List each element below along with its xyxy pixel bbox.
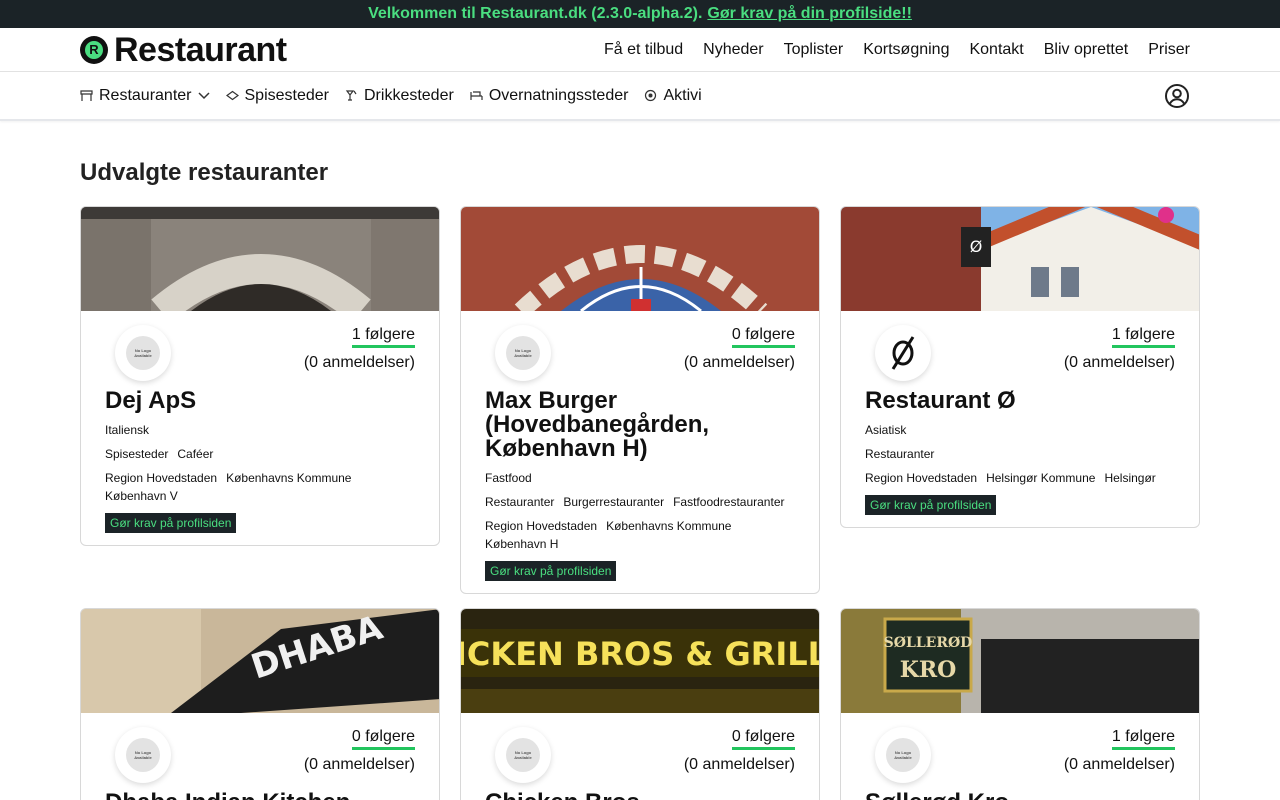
cat-restaurants[interactable]: Restauranter [80,87,210,105]
restaurant-card[interactable]: ICKEN BROS & GRILL No Logo Available 0 f… [460,608,820,800]
tag[interactable]: København V [105,489,178,503]
restaurant-photo: Ø [841,207,1199,311]
followers-link[interactable]: 0 følgere [731,325,795,348]
restaurant-logo: No Logo Available [875,727,931,783]
tag[interactable]: Fastfood [485,471,532,485]
user-account-icon[interactable] [1164,83,1190,109]
drink-icon [345,89,358,102]
tag[interactable]: Fastfoodrestauranter [673,495,784,509]
nav-news[interactable]: Nyheder [703,41,763,59]
chevron-down-icon [197,87,210,105]
top-bar: R Restaurant Få et tilbud Nyheder Toplis… [0,28,1280,72]
restaurant-name[interactable]: Chicken Bros [485,791,795,800]
tag[interactable]: Region Hovedstaden [865,471,977,485]
activity-icon [644,89,657,102]
tag[interactable]: Region Hovedstaden [485,519,597,533]
followers-link[interactable]: 0 følgere [731,727,795,750]
tag[interactable]: København H [485,537,558,551]
restaurant-logo [875,325,931,381]
restaurant-name[interactable]: Restaurant Ø [865,389,1175,413]
tag[interactable]: Restauranter [865,447,934,461]
tag[interactable]: Italiensk [105,423,149,437]
restaurant-card[interactable]: Ø 1 følgere (0 anmeldelser) Restaurant Ø… [840,206,1200,528]
tag[interactable]: Asiatisk [865,423,906,437]
nav-get-offer[interactable]: Få et tilbud [604,41,683,59]
welcome-banner: Velkommen til Restaurant.dk (2.3.0-alpha… [0,0,1280,28]
restaurant-logo: No Logo Available [495,325,551,381]
banner-text: Velkommen til Restaurant.dk (2.3.0-alpha… [368,5,703,22]
followers-link[interactable]: 1 følgere [1111,727,1175,750]
tag[interactable]: Burgerrestauranter [563,495,664,509]
restaurant-photo: ICKEN BROS & GRILL [461,609,819,713]
restaurant-name[interactable]: Max Burger (Hovedbanegården, København H… [485,389,795,461]
nav-map-search[interactable]: Kortsøgning [863,41,949,59]
nav-signup[interactable]: Bliv oprettet [1044,41,1128,59]
location-tags: Region Hovedstaden Københavns Kommune Købe… [485,519,795,551]
claim-profile-button[interactable]: Gør krav på profilsiden [105,513,237,533]
logo-text: Restaurant [114,30,287,69]
section-title: Udvalgte restauranter [80,159,329,186]
svg-text:SØLLERØD: SØLLERØD [884,635,973,651]
nav-prices[interactable]: Priser [1148,41,1190,59]
tag[interactable]: Spisesteder [105,447,168,461]
category-tags: Restauranter Burgerrestauranter Fastfoodre… [485,495,795,509]
claim-profile-link[interactable]: Gør krav på din profilside!! [707,5,911,23]
category-tags: Spisesteder Caféer [105,447,415,461]
cuisine-tags: Asiatisk [865,423,1175,437]
restaurant-photo: SØLLERØD KRO [841,609,1199,713]
restaurant-icon [80,89,93,102]
location-tags: Region Hovedstaden Helsingør Kommune Helsi… [865,471,1175,485]
cat-eateries[interactable]: Spisesteder [225,87,329,105]
cat-activities[interactable]: Aktivi [644,87,702,105]
food-icon [225,89,239,102]
top-nav: Få et tilbud Nyheder Toplister Kortsøgni… [604,41,1200,59]
tag[interactable]: Region Hovedstaden [105,471,217,485]
location-tags: Region Hovedstaden Københavns Kommune Købe… [105,471,415,503]
nav-contact[interactable]: Kontakt [969,41,1023,59]
restaurant-name[interactable]: Søllerød Kro [865,791,1175,800]
claim-profile-button[interactable]: Gør krav på profilsiden [485,561,617,581]
svg-text:KRO: KRO [900,657,957,683]
cat-accommodation[interactable]: Overnatningssteder [470,87,628,105]
claim-profile-button[interactable]: Gør krav på profilsiden [865,495,997,515]
restaurant-name[interactable]: Dhaba Indian Kitchen [105,791,415,800]
logo-icon: R [80,35,108,64]
tag[interactable]: Helsingør [1104,471,1155,485]
restaurant-card[interactable]: No Logo Available 1 følgere (0 anmeldels… [80,206,440,546]
followers-link[interactable]: 1 følgere [1111,325,1175,348]
cat-drinking[interactable]: Drikkesteder [345,87,454,105]
restaurant-logo: No Logo Available [495,727,551,783]
tag[interactable]: Caféer [177,447,213,461]
svg-text:ICKEN BROS & GRILL: ICKEN BROS & GRILL [461,635,819,673]
cuisine-tags: Fastfood [485,471,795,485]
nav-toplists[interactable]: Toplister [784,41,844,59]
restaurant-name[interactable]: Dej ApS [105,389,415,413]
tag[interactable]: Restauranter [485,495,554,509]
restaurant-card[interactable]: No Logo Available 0 følgere (0 anmeldels… [460,206,820,594]
tag[interactable]: Helsingør Kommune [986,471,1095,485]
restaurant-photo [81,207,439,311]
restaurant-logo: No Logo Available [115,727,171,783]
restaurant-photo [461,207,819,311]
category-tags: Restauranter [865,447,1175,461]
followers-link[interactable]: 0 følgere [351,727,415,750]
followers-link[interactable]: 1 følgere [351,325,415,348]
logo[interactable]: R Restaurant [80,33,287,67]
svg-text:Ø: Ø [970,237,983,256]
restaurant-card[interactable]: SØLLERØD KRO No Logo Available 1 følgere… [840,608,1200,800]
bed-icon [470,89,483,102]
tag[interactable]: Københavns Kommune [226,471,351,485]
cuisine-tags: Italiensk [105,423,415,437]
tag[interactable]: Københavns Kommune [606,519,731,533]
category-nav: Restauranter Spisesteder Drikkesteder Ov… [0,72,1280,121]
restaurant-card[interactable]: DHABA No Logo Available 0 følgere (0 anm… [80,608,440,800]
restaurant-photo: DHABA [81,609,439,713]
restaurant-logo: No Logo Available [115,325,171,381]
